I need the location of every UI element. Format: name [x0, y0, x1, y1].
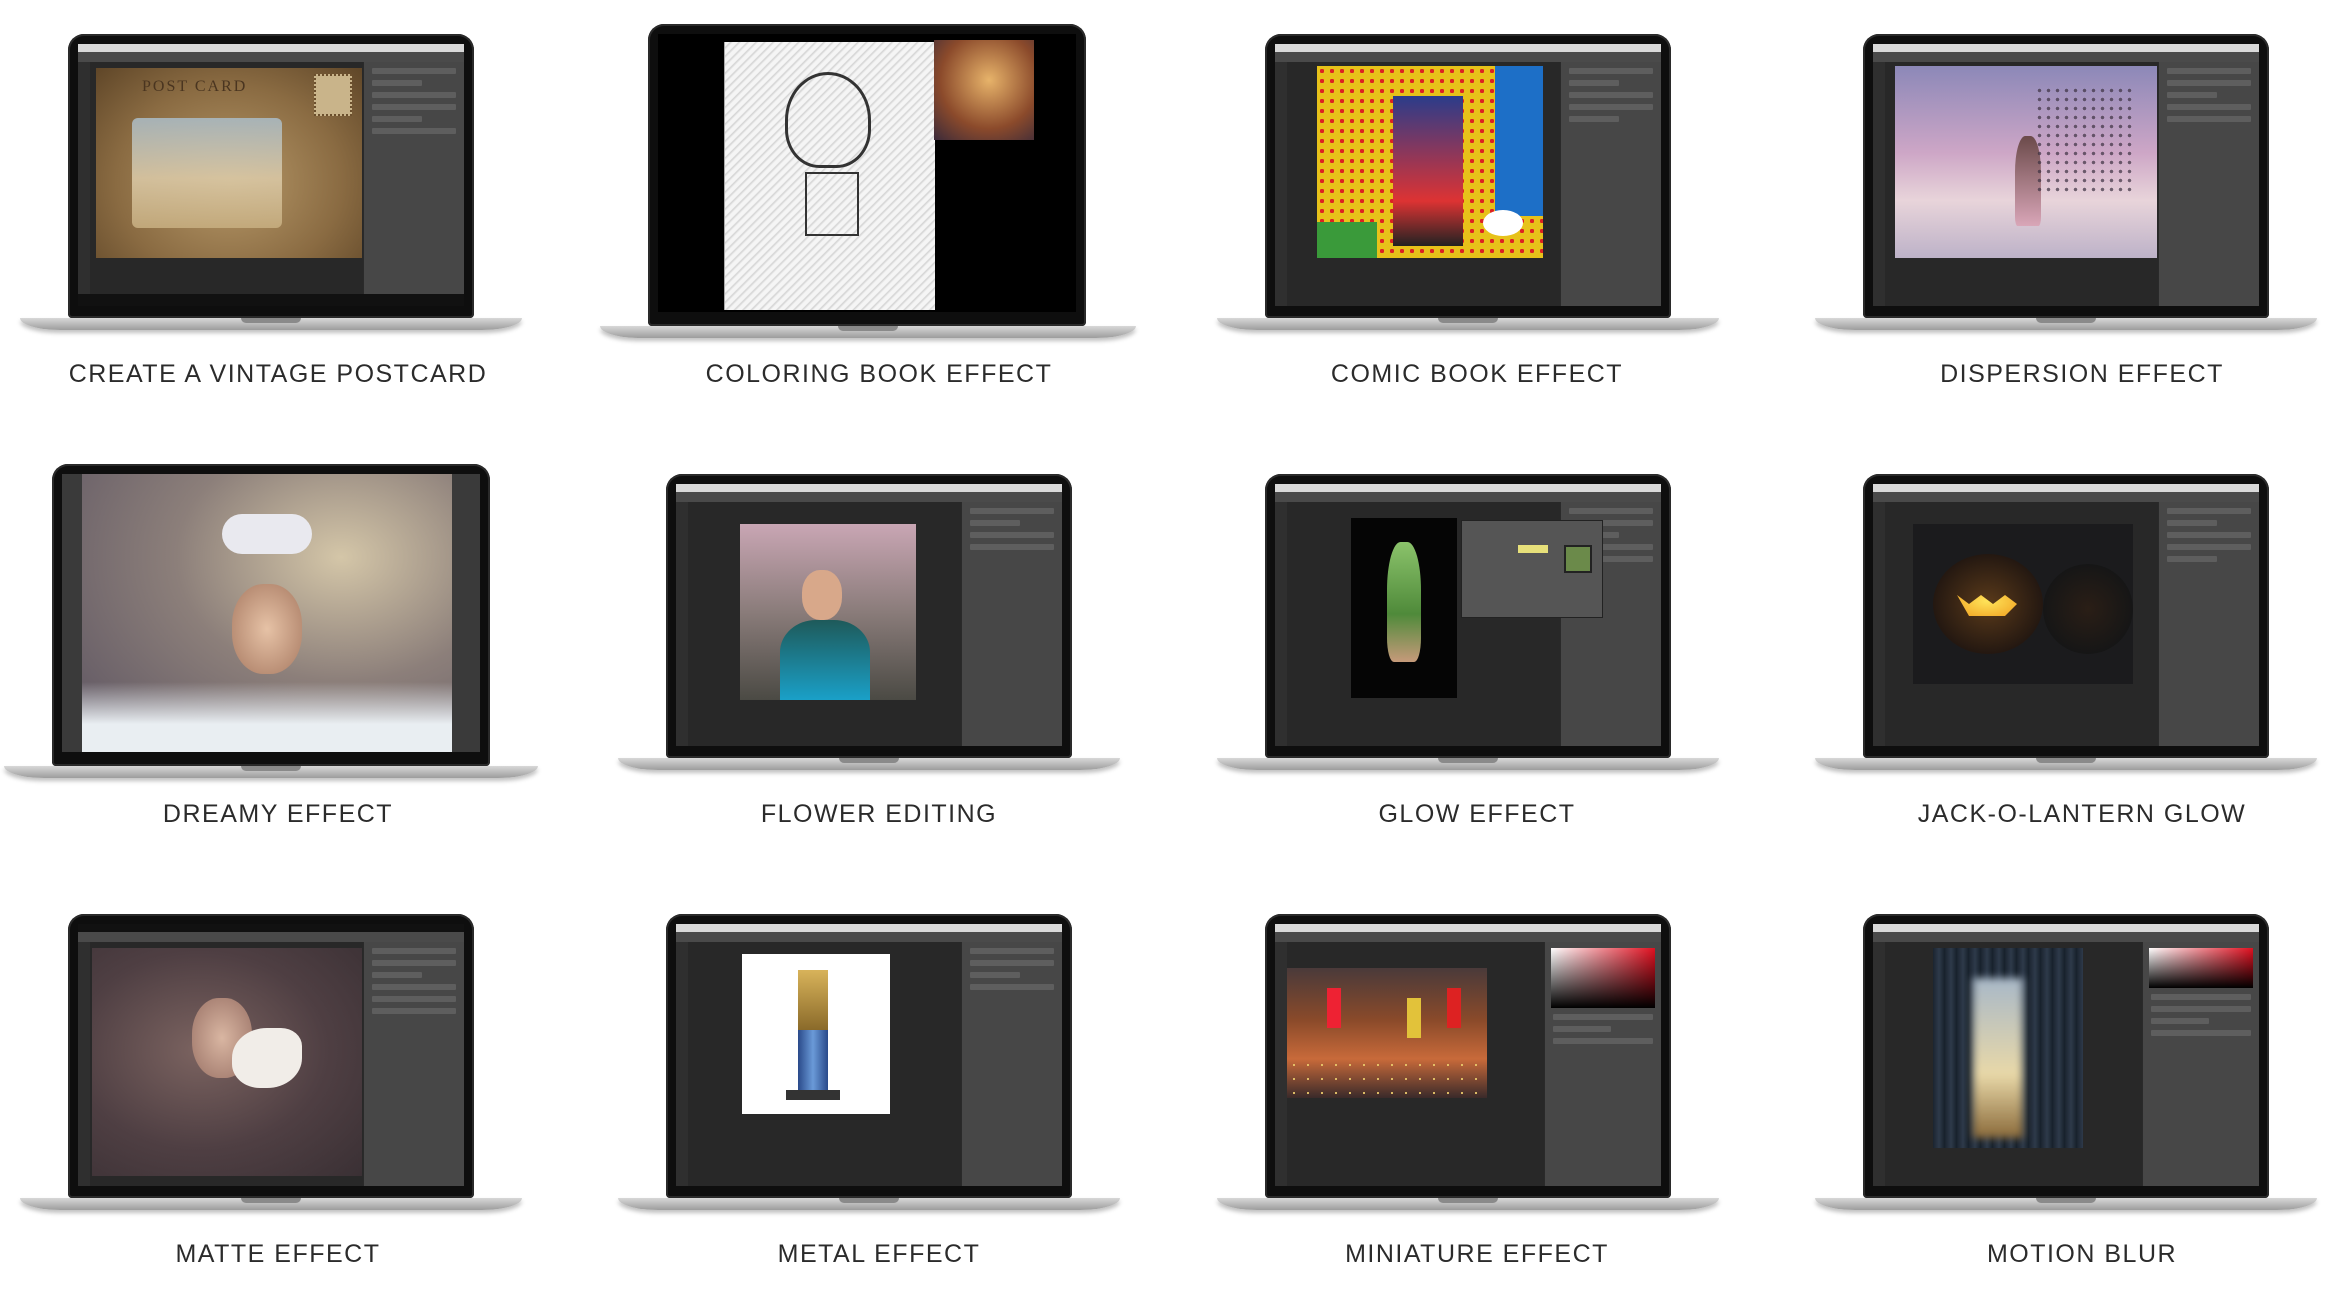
laptop-mockup	[1795, 450, 2349, 780]
tutorial-card-coloring-book[interactable]: COLORING BOOK EFFECT	[598, 10, 1158, 410]
tutorial-card-metal[interactable]: METAL EFFECT	[598, 890, 1158, 1290]
tutorial-grid: POST CARD CREATE A VINTAGE POSTCARD COLO…	[0, 0, 2349, 1284]
tutorial-card-glow[interactable]: GLOW EFFECT	[1197, 450, 1757, 850]
tutorial-title[interactable]: GLOW EFFECT	[1197, 800, 1757, 829]
tutorial-title[interactable]: DREAMY EFFECT	[0, 800, 558, 829]
laptop-screen: POST CARD	[78, 44, 464, 306]
color-picker	[2149, 948, 2253, 988]
laptop-screen	[62, 474, 480, 752]
laptop-mockup	[1197, 10, 1757, 340]
laptop-mockup	[1795, 10, 2349, 340]
tutorial-card-flower-editing[interactable]: FLOWER EDITING	[598, 450, 1158, 850]
laptop-screen	[658, 34, 1076, 312]
laptop-mockup: POST CARD	[0, 10, 560, 340]
photo-reference	[934, 40, 1034, 140]
laptop-mockup	[1197, 890, 1757, 1220]
tutorial-title[interactable]: MOTION BLUR	[1802, 1240, 2349, 1269]
sketch-artwork	[724, 42, 935, 310]
laptop-mockup	[0, 450, 560, 780]
laptop-screen	[1873, 484, 2259, 746]
layer-style-dialog	[1461, 520, 1603, 618]
tutorial-card-jack-o-lantern[interactable]: JACK-O-LANTERN GLOW	[1795, 450, 2349, 850]
postcard-title: POST CARD	[142, 78, 248, 95]
tutorial-title[interactable]: COMIC BOOK EFFECT	[1197, 360, 1757, 389]
laptop-screen	[1275, 924, 1661, 1186]
tutorial-title[interactable]: MATTE EFFECT	[0, 1240, 558, 1269]
tutorial-card-miniature[interactable]: MINIATURE EFFECT	[1197, 890, 1757, 1290]
city-artwork	[1287, 968, 1487, 1098]
dispersion-artwork	[1895, 66, 2157, 258]
postcard-artwork: POST CARD	[96, 68, 362, 258]
laptop-screen	[1275, 484, 1661, 746]
comic-artwork	[1317, 66, 1543, 258]
tutorial-card-dispersion[interactable]: DISPERSION EFFECT	[1795, 10, 2349, 410]
laptop-screen	[78, 924, 464, 1186]
flower-artwork	[740, 524, 916, 700]
tutorial-card-motion-blur[interactable]: MOTION BLUR	[1795, 890, 2349, 1290]
tutorial-title[interactable]: FLOWER EDITING	[599, 800, 1159, 829]
tutorial-card-dreamy[interactable]: DREAMY EFFECT	[0, 450, 560, 850]
tutorial-card-vintage-postcard[interactable]: POST CARD CREATE A VINTAGE POSTCARD	[0, 10, 560, 410]
color-picker	[1551, 948, 1655, 1008]
tutorial-title[interactable]: JACK-O-LANTERN GLOW	[1802, 800, 2349, 829]
laptop-screen	[676, 484, 1062, 746]
tutorial-title[interactable]: DISPERSION EFFECT	[1802, 360, 2349, 389]
tutorial-title[interactable]: CREATE A VINTAGE POSTCARD	[0, 360, 558, 389]
tutorial-title[interactable]: METAL EFFECT	[599, 1240, 1159, 1269]
laptop-mockup	[1795, 890, 2349, 1220]
tutorial-card-matte[interactable]: MATTE EFFECT	[0, 890, 560, 1290]
laptop-mockup	[598, 10, 1158, 340]
pumpkin-artwork	[1913, 524, 2133, 684]
motion-blur-artwork	[1933, 948, 2083, 1148]
laptop-screen	[1873, 44, 2259, 306]
laptop-mockup	[598, 890, 1158, 1220]
laptop-mockup	[0, 890, 560, 1220]
tutorial-card-comic-book[interactable]: COMIC BOOK EFFECT	[1197, 10, 1757, 410]
laptop-screen	[676, 924, 1062, 1186]
dreamy-artwork	[82, 474, 452, 752]
trophy-artwork	[742, 954, 890, 1114]
laptop-mockup	[1197, 450, 1757, 780]
laptop-mockup	[598, 450, 1158, 780]
fairy-artwork	[1351, 518, 1457, 698]
tutorial-title[interactable]: MINIATURE EFFECT	[1197, 1240, 1757, 1269]
laptop-screen	[1275, 44, 1661, 306]
laptop-screen	[1873, 924, 2259, 1186]
tutorial-title[interactable]: COLORING BOOK EFFECT	[599, 360, 1159, 389]
matte-artwork	[92, 948, 362, 1176]
